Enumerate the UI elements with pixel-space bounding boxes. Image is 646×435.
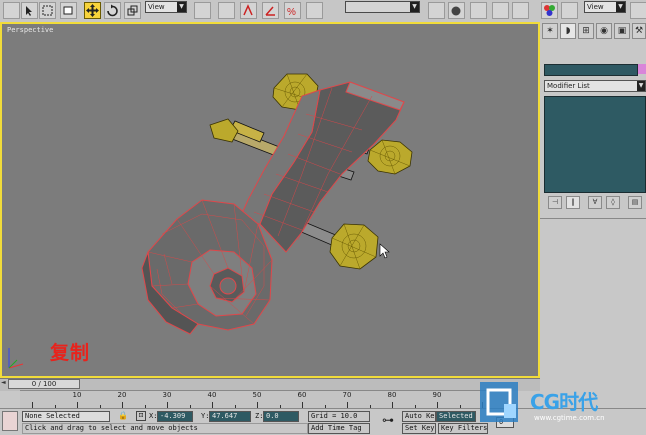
- modifier-stack[interactable]: [544, 96, 646, 193]
- create-tab-icon[interactable]: ✶: [542, 23, 558, 39]
- pivot-center-icon[interactable]: [194, 2, 211, 19]
- select-and-rotate-icon[interactable]: [104, 2, 121, 19]
- violin-scroll-model[interactable]: [2, 24, 538, 376]
- material-editor-icon[interactable]: [541, 2, 558, 19]
- schematic-view-icon[interactable]: [512, 2, 529, 19]
- absolute-mode-icon[interactable]: ⊡: [136, 411, 146, 421]
- time-slider-thumb[interactable]: 0 / 100: [8, 379, 80, 389]
- track-tick-label: 60: [297, 391, 307, 399]
- viewport-caption: 复制: [50, 342, 91, 364]
- motion-tab-icon[interactable]: ◉: [596, 23, 612, 39]
- maxscript-listener-icon[interactable]: [2, 411, 18, 431]
- track-bar[interactable]: 10 20 30 40 50 60 70 80 90: [20, 390, 490, 409]
- configure-modifier-sets-icon[interactable]: ▤: [628, 196, 642, 209]
- watermark-brand: CG时代: [530, 390, 598, 414]
- render-type-dropdown[interactable]: View ▼: [584, 1, 626, 13]
- align-icon[interactable]: [448, 2, 465, 19]
- select-and-scale-icon[interactable]: [124, 2, 141, 19]
- select-by-name-icon[interactable]: [60, 2, 77, 19]
- track-tick-label: 40: [207, 391, 217, 399]
- utilities-tab-icon[interactable]: ⚒: [632, 23, 646, 39]
- display-tab-icon[interactable]: ▣: [614, 23, 630, 39]
- remove-modifier-icon[interactable]: ◊: [606, 196, 620, 209]
- lock-selection-icon[interactable]: 🔒: [118, 411, 128, 422]
- snap-toggle-icon[interactable]: [240, 2, 257, 19]
- track-tick-label: 30: [162, 391, 172, 399]
- track-tick-label: 20: [117, 391, 127, 399]
- set-key-icon[interactable]: ⊶: [376, 413, 400, 431]
- show-end-result-icon[interactable]: ‖: [566, 196, 580, 209]
- track-tick-label: 50: [252, 391, 262, 399]
- selected-dropdown[interactable]: Selected: [436, 411, 476, 422]
- y-coordinate-field[interactable]: 47.647: [209, 411, 251, 422]
- track-tick-label: 80: [387, 391, 397, 399]
- watermark-url: www.cgtime.com.cn: [534, 414, 605, 422]
- track-tick-label: 70: [342, 391, 352, 399]
- modify-tab-icon[interactable]: ◗: [560, 23, 576, 39]
- mirror-tool-icon[interactable]: [428, 2, 445, 19]
- axis-tripod-icon: [8, 348, 24, 369]
- auto-key-button[interactable]: Auto Key: [402, 411, 436, 422]
- rect-select-region-icon[interactable]: [39, 2, 56, 19]
- parameters-rollout-area[interactable]: [540, 222, 646, 378]
- grid-size-display: Grid = 10.0: [308, 411, 370, 422]
- quick-render-icon[interactable]: [630, 2, 646, 19]
- named-selection-set-dropdown[interactable]: ▼: [345, 1, 420, 13]
- hierarchy-tab-icon[interactable]: ⊞: [578, 23, 594, 39]
- select-object-icon[interactable]: [21, 2, 38, 19]
- track-tick-label: 90: [432, 391, 442, 399]
- spinner-snap-icon[interactable]: [306, 2, 323, 19]
- main-toolbar: View ▼ % ▼ View ▼: [0, 0, 646, 23]
- object-name-field[interactable]: [544, 64, 638, 76]
- panel-divider: [540, 218, 646, 219]
- undo-icon[interactable]: [3, 2, 20, 19]
- z-coordinate-field[interactable]: 0.0: [263, 411, 299, 422]
- command-panel: ✶ ◗ ⊞ ◉ ▣ ⚒ Modifier List ▼ ⊣ ‖ ∀ ◊ ▤: [540, 22, 646, 378]
- perspective-viewport[interactable]: Perspective 复制: [0, 22, 540, 378]
- select-and-move-icon[interactable]: [84, 2, 101, 19]
- track-tick-label: 10: [72, 391, 82, 399]
- prompt-line: Click and drag to select and move object…: [22, 423, 308, 434]
- make-unique-icon[interactable]: ∀: [588, 196, 602, 209]
- pin-stack-icon[interactable]: ⊣: [548, 196, 562, 209]
- curve-editor-icon[interactable]: [492, 2, 509, 19]
- add-time-tag-button[interactable]: Add Time Tag: [308, 423, 370, 434]
- modifier-list-dropdown[interactable]: Modifier List ▼: [544, 80, 646, 92]
- reference-coordinate-dropdown[interactable]: View ▼: [145, 1, 187, 13]
- set-key-button[interactable]: Set Key: [402, 423, 436, 434]
- svg-text:%: %: [287, 7, 296, 18]
- selection-status: None Selected: [22, 411, 110, 422]
- angle-snap-icon[interactable]: [262, 2, 279, 19]
- mirror-icon[interactable]: [218, 2, 235, 19]
- object-color-swatch[interactable]: [638, 64, 646, 74]
- time-prev-icon[interactable]: ◄: [1, 379, 7, 389]
- x-coordinate-field[interactable]: -4.309: [157, 411, 193, 422]
- percent-snap-icon[interactable]: %: [284, 2, 301, 19]
- stack-tools: ⊣ ‖ ∀ ◊ ▤: [544, 196, 646, 210]
- mouse-cursor: [379, 243, 390, 259]
- render-scene-icon[interactable]: [561, 2, 578, 19]
- scroll-volute: [141, 199, 273, 335]
- layer-manager-icon[interactable]: [470, 2, 487, 19]
